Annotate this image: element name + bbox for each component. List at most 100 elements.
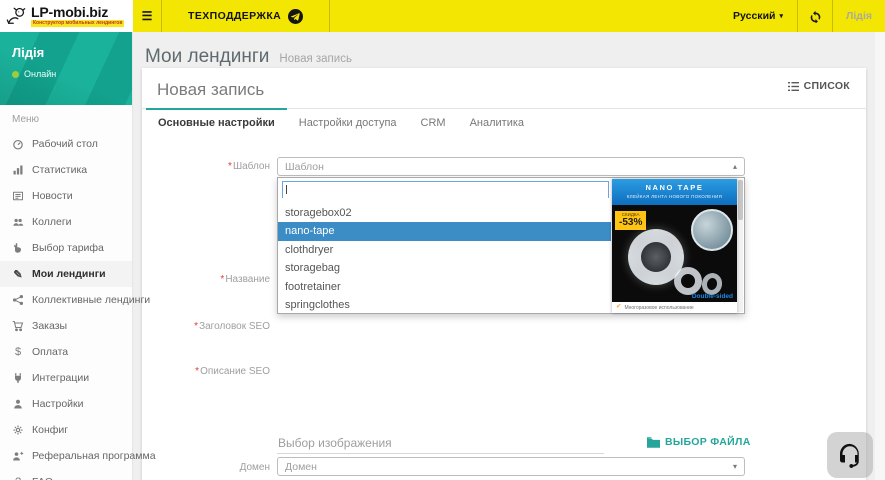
colleagues-icon: [11, 216, 25, 228]
question-icon: ?: [11, 476, 25, 480]
logo-title: LP-mobi.biz: [31, 5, 124, 19]
choose-file-button[interactable]: ВЫБОР ФАЙЛА: [647, 436, 751, 448]
tab-analytics[interactable]: Аналитика: [458, 109, 536, 137]
main-area: Мои лендинги Новая запись Новая запись С…: [133, 32, 885, 480]
page-header: Мои лендинги Новая запись: [145, 46, 352, 68]
dropdown-scrollbar-thumb[interactable]: [738, 180, 743, 220]
status-label: Онлайн: [24, 69, 56, 79]
landings-icon: ✎: [11, 268, 25, 281]
dropdown-option[interactable]: storagebag: [278, 259, 611, 277]
user-icon: [11, 398, 25, 410]
template-select[interactable]: Шаблон ▴: [277, 157, 745, 176]
list-button[interactable]: СПИСОК: [788, 80, 850, 92]
tab-crm[interactable]: CRM: [409, 109, 458, 137]
sidebar-item-payment[interactable]: $ Оплата: [0, 339, 132, 365]
tab-access-settings[interactable]: Настройки доступа: [287, 109, 409, 137]
sidebar-item-orders[interactable]: Заказы: [0, 313, 132, 339]
cart-icon: [11, 320, 25, 332]
discount-badge: СКИДКА -53%: [615, 211, 646, 230]
folder-icon: [647, 437, 660, 448]
stats-icon: [11, 164, 25, 176]
sidebar-item-tariff[interactable]: Выбор тарифа: [0, 235, 132, 261]
card-title: Новая запись: [157, 80, 264, 100]
plug-icon: [11, 372, 25, 384]
seo-title-label: *Заголовок SEO: [142, 321, 270, 332]
dropdown-option[interactable]: storagebox02: [278, 204, 611, 222]
share-icon: [11, 294, 25, 306]
chevron-down-icon: ▾: [779, 12, 783, 20]
sync-icon: [809, 10, 822, 23]
language-selector[interactable]: Русский ▾: [719, 0, 797, 32]
gears-icon: [11, 424, 25, 436]
domain-select[interactable]: Домен ▾: [277, 457, 745, 476]
sidebar-item-config[interactable]: Конфиг: [0, 417, 132, 443]
sidebar-item-dashboard[interactable]: Рабочий стол: [0, 131, 132, 157]
dropdown-option[interactable]: springclothes: [278, 296, 611, 313]
preview-feature: Многоразовое использование: [624, 305, 693, 311]
refresh-button[interactable]: [798, 0, 832, 32]
online-status-dot: [12, 71, 19, 78]
tab-bar: Основные настройки Настройки доступа CRM…: [142, 108, 866, 137]
support-label: ТЕХПОДДЕРЖКА: [188, 10, 281, 22]
dropdown-option[interactable]: clothdryer: [278, 241, 611, 259]
sidebar-item-statistics[interactable]: Статистика: [0, 157, 132, 183]
dropdown-search-input[interactable]: [283, 185, 608, 200]
dollar-icon: $: [11, 346, 25, 358]
support-chat-button[interactable]: [827, 432, 873, 478]
dropdown-scrollbar[interactable]: [738, 179, 743, 312]
page-title: Мои лендинги: [145, 46, 269, 68]
preview-title: NANO TAPE: [612, 183, 737, 192]
sidebar-item-collective-landings[interactable]: Коллективные лендинги: [0, 287, 132, 313]
logo-dog-icon: [5, 6, 27, 26]
preview-feature-row: ✔ Многоразовое использование: [612, 302, 737, 313]
sidebar-username: Лідія: [0, 32, 132, 60]
domain-label: Домен: [142, 462, 270, 473]
sidebar: Лідія Онлайн Меню Рабочий стол Статистик…: [0, 32, 133, 480]
sidebar-toggle-button[interactable]: ☰: [133, 0, 161, 32]
template-label: *Шаблон: [142, 161, 270, 172]
page-scrollbar[interactable]: [875, 32, 885, 480]
sidebar-item-colleagues[interactable]: Коллеги: [0, 209, 132, 235]
text-cursor: [286, 185, 287, 194]
logo-subtitle: Конструктор мобильных лендингов: [31, 20, 124, 27]
og-image-input[interactable]: [277, 433, 604, 454]
template-preview-thumbnail: NANO TAPE КЛЕЙКАЯ ЛЕНТА НОВОГО ПОКОЛЕНИЯ…: [612, 179, 737, 313]
support-button[interactable]: ТЕХПОДДЕРЖКА: [162, 0, 329, 32]
preview-inset-photo: [691, 209, 733, 251]
sidebar-user-panel: Лідія Онлайн: [0, 32, 132, 105]
sidebar-item-news[interactable]: Новости: [0, 183, 132, 209]
dropdown-option[interactable]: footretainer: [278, 278, 611, 296]
tariff-icon: [11, 242, 25, 254]
dropdown-option-selected[interactable]: nano-tape: [278, 222, 611, 240]
headset-icon: [835, 440, 865, 470]
telegram-icon: [288, 9, 303, 24]
template-dropdown: storagebox02 nano-tape clothdryer storag…: [277, 177, 745, 314]
seo-description-label: *Описание SEO: [142, 366, 270, 377]
dashboard-icon: [11, 138, 25, 150]
logo[interactable]: LP-mobi.biz Конструктор мобильных лендин…: [0, 0, 133, 32]
menu-section-label: Меню: [0, 105, 132, 131]
sidebar-item-my-landings[interactable]: ✎ Мои лендинги: [0, 261, 132, 287]
list-icon: [788, 82, 799, 91]
check-icon: ✔: [616, 304, 621, 311]
sidebar-item-settings[interactable]: Настройки: [0, 391, 132, 417]
news-icon: [11, 190, 25, 202]
tape-roll-graphic: [674, 267, 702, 295]
language-label: Русский: [733, 10, 775, 22]
topbar-username[interactable]: Лідія: [833, 0, 885, 32]
landing-form: *Шаблон *Название *Заголовок SEO *Описан…: [142, 137, 866, 480]
preview-body: СКИДКА -53% Double-sided: [612, 205, 737, 302]
user-plus-icon: [11, 450, 25, 462]
sidebar-item-integrations[interactable]: Интеграции: [0, 365, 132, 391]
hamburger-icon: ☰: [142, 9, 153, 23]
sidebar-item-referral[interactable]: Реферальная программа: [0, 443, 132, 469]
sidebar-item-faq[interactable]: ? FAQ: [0, 469, 132, 480]
chevron-up-icon: ▴: [733, 162, 737, 171]
preview-subtitle: КЛЕЙКАЯ ЛЕНТА НОВОГО ПОКОЛЕНИЯ: [612, 194, 737, 199]
topbar: LP-mobi.biz Конструктор мобильных лендин…: [0, 0, 885, 32]
dropdown-search-wrap: [282, 181, 609, 198]
user-status: Онлайн: [0, 60, 132, 79]
tab-main-settings[interactable]: Основные настройки: [146, 109, 287, 137]
chevron-down-icon: ▾: [733, 462, 737, 471]
topbar-divider: [329, 0, 330, 32]
